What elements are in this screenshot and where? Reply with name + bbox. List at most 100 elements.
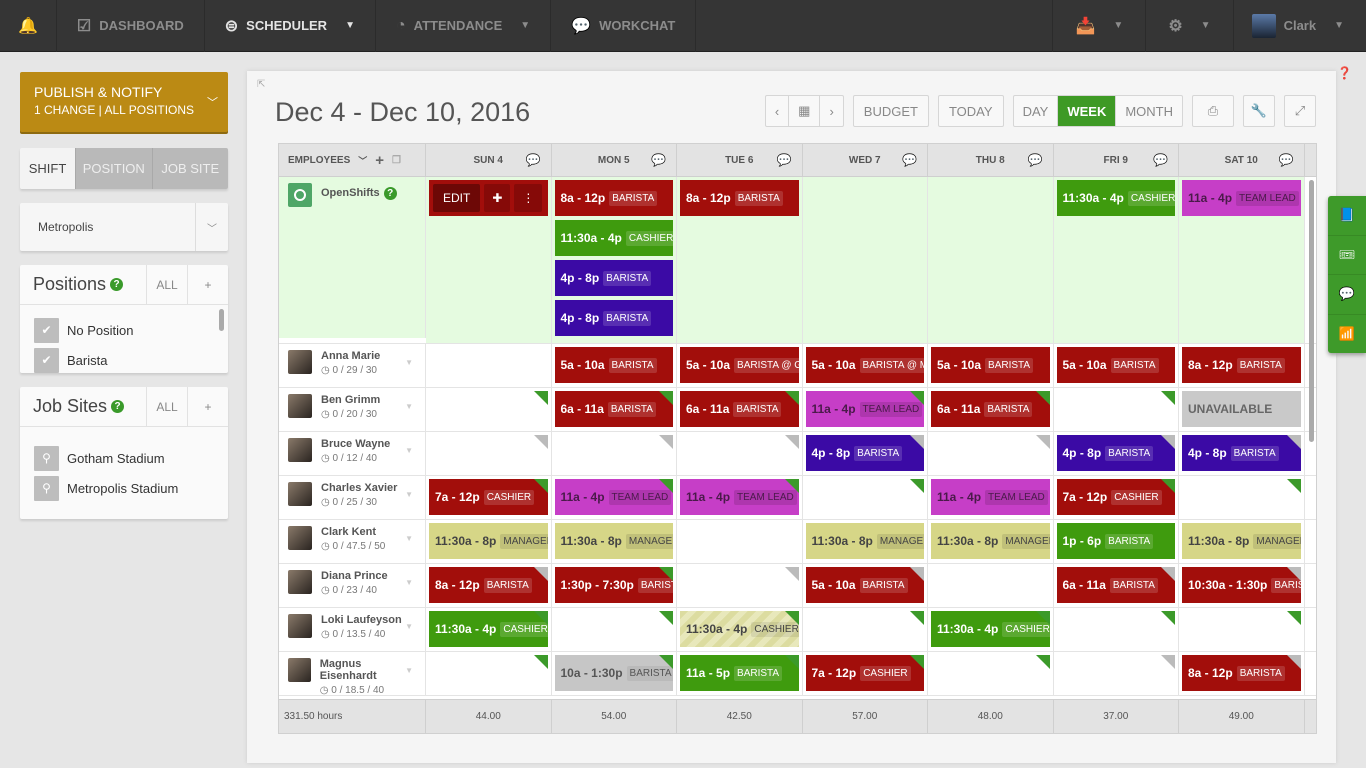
chevron-down-icon[interactable]: ▼ [405, 402, 413, 411]
collapse-sidebar-icon[interactable]: ⇱ [257, 79, 265, 90]
shift-block[interactable]: 11:30a - 4p CASHIER [554, 220, 673, 256]
help-icon[interactable]: ? [111, 400, 125, 413]
day-cell[interactable]: 4p - 8p BARISTA [1054, 432, 1179, 475]
shift-block[interactable]: 4p - 8p BARISTA [1182, 435, 1301, 471]
day-cell[interactable] [928, 652, 1054, 695]
chevron-down-icon[interactable]: ▼ [405, 490, 413, 499]
day-cell[interactable]: 11:30a - 8pMANAGER [1179, 520, 1305, 563]
day-cell[interactable] [928, 432, 1054, 475]
day-cell[interactable]: 11a - 4p TEAM LEAD [677, 476, 803, 519]
job-site-item[interactable]: ⚲ Metropolis Stadium [34, 473, 214, 503]
employee-name[interactable]: Clark Kent [321, 526, 385, 538]
day-cell[interactable] [803, 476, 928, 519]
nav-attendance[interactable]: ◔ ATTENDANCE ▼ [376, 0, 552, 52]
settings-button[interactable]: ⚙ ▼ [1145, 0, 1232, 52]
help-icon[interactable]: ? [110, 278, 124, 291]
day-cell[interactable]: 5a - 10a BARISTA [928, 344, 1054, 387]
comment-icon[interactable]: 💬 [777, 153, 792, 167]
shift-block[interactable]: 6a - 11a BARISTA [680, 391, 799, 427]
day-cell[interactable]: 11a - 4p TEAM LEAD [803, 388, 928, 431]
day-cell[interactable]: 11a - 4p TEAM LEAD [1179, 177, 1305, 343]
help-icon[interactable]: ? [383, 187, 397, 200]
print-button[interactable]: ⎙ [1192, 95, 1234, 127]
day-cell[interactable]: 11:30a - 8pMANAGER [928, 520, 1054, 563]
shift-block[interactable]: 6a - 11a BARISTA [1056, 567, 1175, 603]
nav-workchat[interactable]: 💬 WORKCHAT [551, 0, 697, 52]
day-cell[interactable]: 5a - 10a BARISTA [552, 344, 677, 387]
day-cell[interactable]: 7a - 12p CASHIER [426, 476, 552, 519]
shift-block[interactable]: 11:30a - 8pMANAGER [554, 523, 673, 559]
day-cell[interactable]: 11:30a - 8pMANAGER [426, 520, 552, 563]
day-cell[interactable]: 11:30a - 4p CASHIER [426, 608, 552, 651]
job-site-item[interactable]: ⚲ Gotham Stadium [34, 443, 214, 473]
shift-block[interactable]: 11:30a - 8pMANAGER [805, 523, 924, 559]
day-cell[interactable] [426, 652, 552, 695]
shift-block[interactable]: 5a - 10a BARISTA @ G [680, 347, 799, 383]
fullscreen-button[interactable]: ⤢ [1284, 95, 1316, 127]
day-cell[interactable] [426, 432, 552, 475]
day-cell[interactable]: 11:30a - 8pMANAGER [552, 520, 677, 563]
budget-button[interactable]: BUDGET [852, 95, 929, 127]
shift-block[interactable]: 1p - 6p BARISTA [1056, 523, 1175, 559]
view-day[interactable]: DAY [1014, 96, 1058, 126]
day-cell[interactable] [928, 564, 1054, 607]
shift-block[interactable]: 1:30p - 7:30pBARISTA [554, 567, 673, 603]
day-cell[interactable] [1179, 608, 1305, 651]
ticket-icon[interactable]: 🎟 [1328, 236, 1366, 275]
day-cell[interactable]: 11a - 5p BARISTA [677, 652, 803, 695]
day-cell[interactable]: 10a - 1:30p BARISTA [552, 652, 677, 695]
shift-block[interactable]: 11:30a - 4p CASHIER [1056, 180, 1175, 216]
day-cell[interactable]: 5a - 10a BARISTA @ M [803, 344, 928, 387]
chevron-down-icon[interactable]: ▼ [405, 578, 413, 587]
day-cell[interactable] [803, 608, 928, 651]
location-select[interactable]: Metropolis ﹀ [20, 203, 228, 251]
comment-icon[interactable]: 💬 [1279, 153, 1294, 167]
shift-block[interactable]: 11a - 4p TEAM LEAD [1182, 180, 1301, 216]
day-cell[interactable]: 11a - 4p TEAM LEAD [552, 476, 677, 519]
employee-name[interactable]: Charles Xavier [321, 482, 397, 494]
day-cell[interactable]: 6a - 11a BARISTA [928, 388, 1054, 431]
shift-block[interactable]: 8a - 12p BARISTA [1182, 655, 1301, 691]
tools-button[interactable]: 🔧 [1243, 95, 1275, 127]
employee-name[interactable]: Magnus Eisenhardt [320, 658, 416, 682]
day-cell[interactable] [1054, 608, 1179, 651]
chevron-down-icon[interactable]: ▼ [405, 622, 413, 631]
day-cell[interactable]: 8a - 12p BARISTA [1179, 344, 1305, 387]
day-cell[interactable]: 11:30a - 8pMANAGER [803, 520, 928, 563]
help-widget-icon[interactable]: ❓ [1337, 66, 1352, 80]
employee-name[interactable]: Bruce Wayne [321, 438, 390, 450]
day-cell[interactable]: 6a - 11a BARISTA [677, 388, 803, 431]
shift-block[interactable]: 8a - 12p BARISTA [429, 567, 548, 603]
day-cell[interactable] [552, 432, 677, 475]
tab-shift[interactable]: SHIFT [20, 148, 75, 189]
prev-week-button[interactable]: ‹ [766, 96, 788, 126]
day-cell[interactable]: 4p - 8p BARISTA [1179, 432, 1305, 475]
view-week[interactable]: WEEK [1057, 96, 1116, 126]
shift-block[interactable]: 8a - 12p BARISTA [1182, 347, 1301, 383]
shift-block[interactable]: 4p - 8p BARISTA [554, 300, 673, 336]
shift-block[interactable]: 11:30a - 4p CASHIER [931, 611, 1050, 647]
positions-all-button[interactable]: ALL [146, 265, 187, 304]
shift-block[interactable]: 11:30a - 8pMANAGER [429, 523, 548, 559]
day-cell[interactable]: 11:30a - 4p CASHIER [1053, 177, 1179, 343]
day-cell[interactable]: 11a - 4p TEAM LEAD [928, 476, 1054, 519]
chevron-down-icon[interactable]: ▼ [405, 446, 413, 455]
day-cell[interactable] [426, 388, 552, 431]
shift-block[interactable]: 7a - 12p CASHIER [429, 479, 548, 515]
nav-dashboard[interactable]: ☑ DASHBOARD [57, 0, 205, 52]
day-cell[interactable] [928, 177, 1054, 343]
add-job-site-button[interactable]: + [187, 387, 228, 426]
guide-book-icon[interactable]: 📘 [1328, 196, 1366, 236]
shift-block[interactable]: 4p - 8p BARISTA [554, 260, 673, 296]
job-sites-all-button[interactable]: ALL [146, 387, 187, 426]
shift-block[interactable]: 11a - 5p BARISTA [680, 655, 799, 691]
shift-block[interactable]: 11a - 4p TEAM LEAD [680, 479, 799, 515]
employee-name[interactable]: Loki Laufeyson [321, 614, 402, 626]
shift-block[interactable]: 5a - 10a BARISTA [554, 347, 673, 383]
employee-name[interactable]: Diana Prince [321, 570, 388, 582]
publish-notify-button[interactable]: PUBLISH & NOTIFY 1 CHANGE | ALL POSITION… [20, 72, 228, 132]
shift-block[interactable]: 10a - 1:30p BARISTA [554, 655, 673, 691]
shift-block[interactable]: 11:30a - 8pMANAGER [931, 523, 1050, 559]
day-cell[interactable]: 11:30a - 4p CASHIER [677, 608, 803, 651]
user-menu[interactable]: Clark ▼ [1232, 0, 1366, 52]
